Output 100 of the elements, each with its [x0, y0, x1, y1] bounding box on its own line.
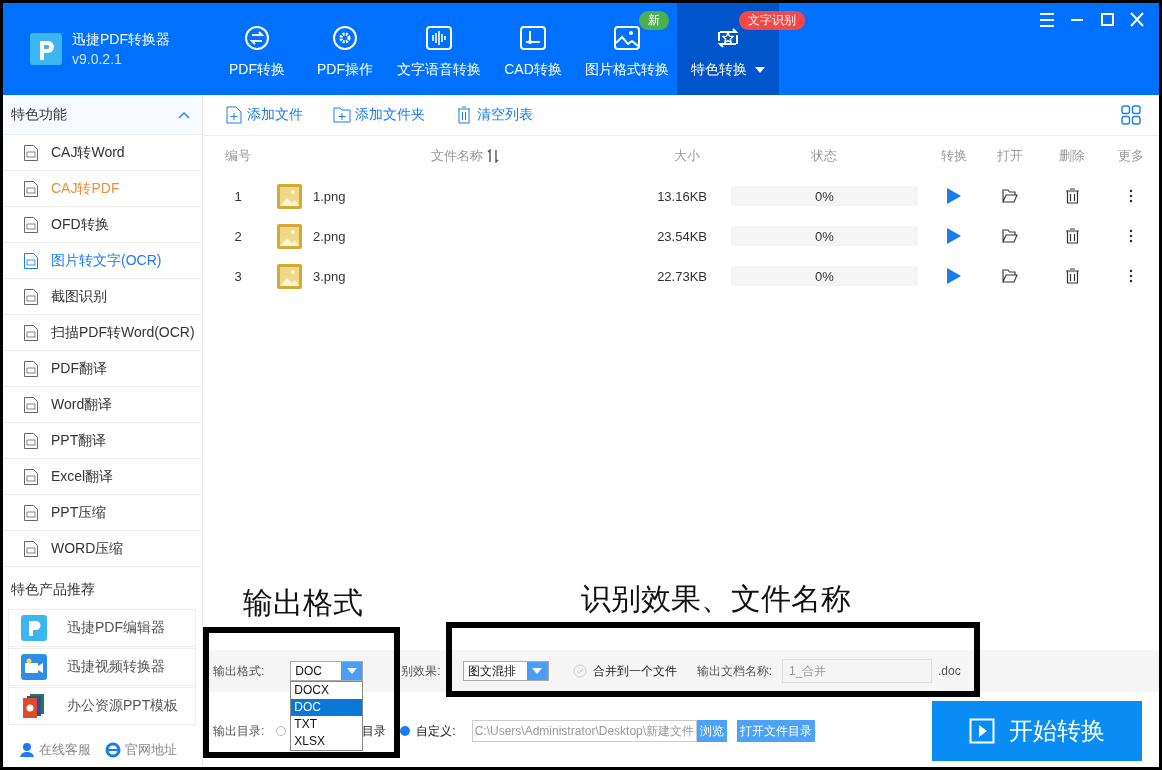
pdf-app-icon — [21, 615, 47, 641]
video-camera-icon — [21, 654, 47, 680]
open-folder-icon[interactable] — [1002, 229, 1018, 243]
sidebar-item[interactable]: Word翻译 — [3, 387, 202, 423]
column-header: 大小 — [674, 147, 700, 165]
field-label: 输出目录: — [213, 722, 265, 740]
file-name: 3.png — [313, 268, 346, 284]
toolbar-button[interactable]: 添加文件夹 — [333, 106, 425, 124]
format-dropdown[interactable]: DOC — [290, 661, 364, 681]
progress-text: 0% — [815, 228, 834, 244]
caret-icon — [346, 668, 357, 674]
check-circle-icon — [572, 664, 587, 678]
toolbar-button[interactable]: 清空列表 — [455, 106, 533, 124]
file-name: 1.png — [313, 188, 346, 204]
close-button[interactable] — [1127, 11, 1147, 29]
column-header: 更多 — [1118, 147, 1144, 165]
nav-tab[interactable]: PDF操作 — [301, 3, 389, 95]
effect-dropdown[interactable]: 图文混排 — [462, 661, 549, 681]
image-file-icon — [277, 183, 302, 209]
sidebar-item[interactable]: 截图识别 — [3, 279, 202, 315]
app-name: 迅捷PDF转换器 — [72, 30, 170, 49]
sidebar-item[interactable]: 图片转文字(OCR) — [3, 243, 202, 279]
trash-icon[interactable] — [1064, 228, 1080, 244]
more-icon[interactable] — [1129, 229, 1133, 243]
file-extension: .doc — [938, 664, 961, 678]
drafting-icon — [519, 25, 547, 51]
radio-option[interactable]: 自定义: — [400, 722, 456, 740]
document-icon — [23, 143, 39, 162]
open-folder-icon[interactable] — [1002, 269, 1018, 283]
column-header: 转换 — [941, 147, 967, 165]
file-name: 2.png — [313, 228, 346, 244]
row-number: 2 — [233, 228, 243, 244]
slides-icon — [21, 693, 47, 719]
add-folder-icon — [333, 106, 351, 124]
sidebar-item[interactable]: OFD转换 — [3, 207, 202, 243]
trash-icon[interactable] — [1064, 188, 1080, 204]
dropdown-option[interactable]: DOC — [291, 699, 363, 716]
play-icon — [969, 718, 995, 744]
close-icon — [1127, 11, 1147, 29]
product-link[interactable]: 迅捷PDF编辑器 — [8, 609, 196, 647]
product-link[interactable]: 迅捷视频转换器 — [8, 648, 196, 686]
add-file-icon — [225, 106, 243, 124]
document-icon — [23, 503, 39, 522]
document-icon — [23, 467, 39, 486]
product-link[interactable]: 办公资源PPT模板 — [8, 687, 196, 725]
nav-tab[interactable]: CAD转换 — [489, 3, 577, 95]
file-size: 13.16KB — [657, 188, 708, 204]
nav-tab[interactable]: PDF转换 — [213, 3, 301, 95]
more-icon[interactable] — [1129, 189, 1133, 203]
sidebar-item[interactable]: PPT压缩 — [3, 495, 202, 531]
sidebar-item[interactable]: 扫描PDF转Word(OCR) — [3, 315, 202, 351]
minimize-icon — [1071, 19, 1083, 21]
sidebar-title: 特色功能 — [11, 105, 67, 124]
document-icon — [23, 323, 39, 342]
play-icon[interactable] — [946, 227, 962, 245]
radio-button[interactable] — [276, 726, 287, 736]
sidebar-item[interactable]: PDF翻译 — [3, 351, 202, 387]
row-number: 1 — [233, 188, 243, 204]
trash-icon — [455, 106, 473, 124]
sidebar-item[interactable]: PPT翻译 — [3, 423, 202, 459]
section-title: 特色产品推荐 — [10, 580, 96, 599]
sidebar-item[interactable]: CAJ转Word — [3, 135, 202, 171]
column-header: 编号 — [225, 147, 251, 165]
progress-text: 0% — [815, 188, 834, 204]
document-icon — [23, 395, 39, 414]
document-icon — [23, 359, 39, 378]
field-label: 输出文档名称: — [696, 662, 773, 680]
menu-button[interactable] — [1037, 11, 1057, 29]
sidebar-item[interactable]: Excel翻译 — [3, 459, 202, 495]
exchange-icon — [243, 25, 271, 51]
file-size: 22.73KB — [657, 268, 708, 284]
document-icon — [23, 539, 39, 558]
tab-badge: 新 — [639, 11, 669, 30]
annotation-label: 输出格式 — [243, 585, 363, 621]
image-file-icon — [277, 263, 302, 289]
progress-text: 0% — [815, 268, 834, 284]
row-number: 3 — [233, 268, 243, 284]
play-icon[interactable] — [946, 187, 962, 205]
person-icon — [19, 742, 35, 758]
play-icon[interactable] — [946, 267, 962, 285]
footer-link[interactable]: 官网地址 — [105, 741, 177, 759]
chevron-icon[interactable] — [178, 110, 190, 119]
field-label: 输出格式: — [213, 662, 265, 680]
trash-icon[interactable] — [1064, 268, 1080, 284]
footer-link[interactable]: 在线客服 — [19, 741, 91, 759]
browser-icon — [105, 742, 121, 758]
sound-wave-icon — [425, 25, 453, 51]
gear-icon — [331, 25, 359, 51]
nav-tab[interactable]: 文字语音转换 — [389, 3, 489, 95]
sort-icon[interactable] — [487, 149, 499, 163]
caret-icon — [532, 668, 543, 674]
more-icon[interactable] — [1129, 269, 1133, 283]
toolbar-button[interactable]: 添加文件 — [225, 106, 303, 124]
merge-checkbox[interactable]: 合并到一个文件 — [572, 662, 677, 680]
radio-label: 目录 — [362, 722, 387, 740]
column-header: 删除 — [1059, 147, 1085, 165]
document-icon — [23, 431, 39, 450]
sidebar-item[interactable]: WORD压缩 — [3, 531, 202, 567]
open-folder-icon[interactable] — [1002, 189, 1018, 203]
grid-view-icon[interactable] — [1121, 105, 1141, 125]
